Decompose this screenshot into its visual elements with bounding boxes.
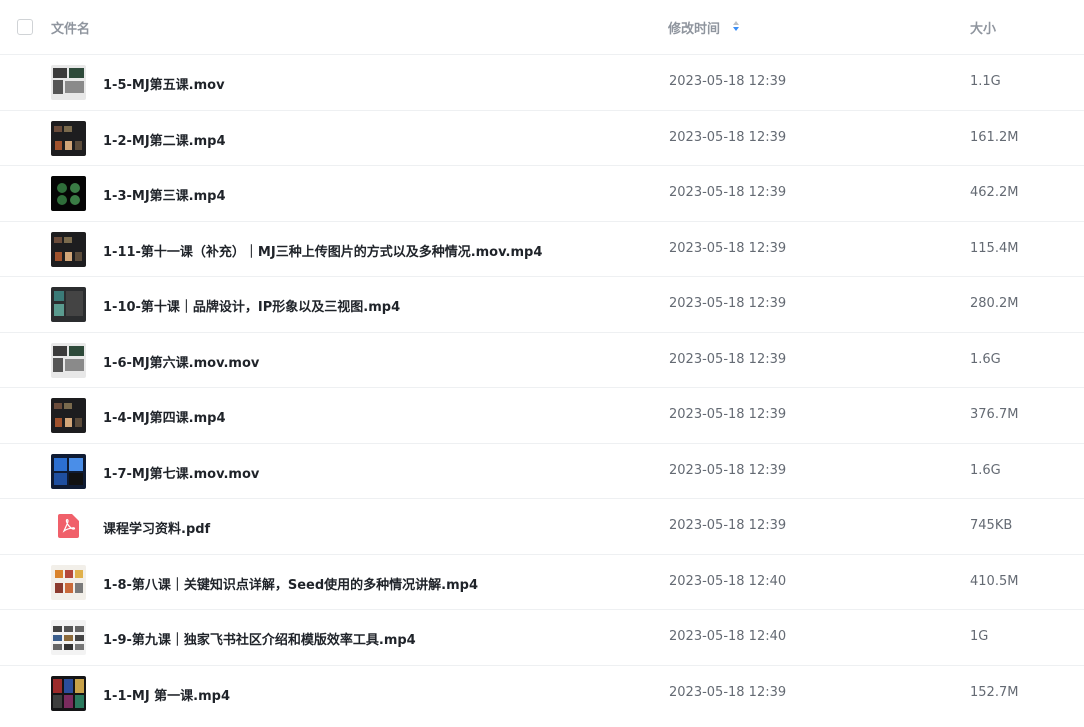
file-row[interactable]: 1-4-MJ第四课.mp4 2023-05-18 12:39 376.7M bbox=[0, 387, 1084, 443]
file-list: 文件名 修改时间 大小 1-5-MJ第五课.mov 2023-05-18 12:3… bbox=[0, 0, 1084, 727]
file-row[interactable]: 1-11-第十一课（补充）｜MJ三种上传图片的方式以及多种情况.mov.mp4 2… bbox=[0, 220, 1084, 277]
file-modified-time: 2023-05-18 12:39 bbox=[669, 74, 787, 89]
video-thumbnail-icon bbox=[51, 231, 86, 267]
file-modified-time: 2023-05-18 12:39 bbox=[669, 462, 787, 478]
file-name[interactable]: 课程学习资料.pdf bbox=[103, 518, 210, 537]
file-size: 161.2M bbox=[970, 129, 1019, 145]
file-modified-time: 2023-05-18 12:39 bbox=[669, 684, 787, 700]
video-thumbnail-icon bbox=[51, 398, 86, 433]
file-name[interactable]: 1-5-MJ第五课.mov bbox=[103, 74, 225, 93]
video-thumbnail-icon bbox=[51, 65, 86, 100]
file-name[interactable]: 1-4-MJ第四课.mp4 bbox=[103, 407, 226, 426]
file-list-header: 文件名 修改时间 大小 bbox=[0, 0, 1084, 54]
video-thumbnail-icon bbox=[51, 453, 86, 489]
file-row[interactable]: 1-3-MJ第三课.mp4 2023-05-18 12:39 462.2M bbox=[0, 165, 1084, 221]
video-thumbnail-icon bbox=[51, 287, 86, 322]
file-name[interactable]: 1-9-第九课｜独家飞书社区介绍和模版效率工具.mp4 bbox=[103, 629, 416, 648]
file-modified-time: 2023-05-18 12:39 bbox=[669, 296, 787, 311]
file-row[interactable]: 1-5-MJ第五课.mov 2023-05-18 12:39 1.1G bbox=[0, 54, 1084, 110]
video-thumbnail-icon bbox=[51, 342, 86, 378]
file-modified-time: 2023-05-18 12:39 bbox=[669, 185, 787, 200]
select-all-checkbox[interactable] bbox=[17, 19, 33, 35]
file-size: 1.6G bbox=[970, 351, 1001, 367]
file-row[interactable]: 1-10-第十课｜品牌设计，IP形象以及三视图.mp4 2023-05-18 12… bbox=[0, 276, 1084, 332]
file-modified-time: 2023-05-18 12:40 bbox=[669, 573, 787, 589]
file-size: 745KB bbox=[970, 518, 1013, 533]
file-size: 1.1G bbox=[970, 74, 1001, 89]
file-rows: 1-5-MJ第五课.mov 2023-05-18 12:39 1.1G 1-2-MJ第… bbox=[0, 54, 1084, 720]
column-header-size[interactable]: 大小 bbox=[970, 18, 996, 37]
file-row[interactable]: 1-9-第九课｜独家飞书社区介绍和模版效率工具.mp4 2023-05-18 12… bbox=[0, 609, 1084, 665]
file-modified-time: 2023-05-18 12:39 bbox=[669, 240, 787, 256]
file-size: 462.2M bbox=[970, 185, 1019, 200]
file-name[interactable]: 1-8-第八课｜关键知识点详解，Seed使用的多种情况讲解.mp4 bbox=[103, 574, 478, 593]
video-thumbnail-icon bbox=[51, 564, 86, 600]
file-size: 152.7M bbox=[970, 684, 1019, 700]
video-thumbnail-icon bbox=[51, 176, 86, 211]
file-modified-time: 2023-05-18 12:39 bbox=[669, 518, 787, 533]
file-name[interactable]: 1-10-第十课｜品牌设计，IP形象以及三视图.mp4 bbox=[103, 296, 400, 315]
file-size: 410.5M bbox=[970, 573, 1019, 589]
file-row[interactable]: 1-1-MJ 第一课.mp4 2023-05-18 12:39 152.7M bbox=[0, 664, 1084, 721]
file-row[interactable]: 1-8-第八课｜关键知识点详解，Seed使用的多种情况讲解.mp4 2023-05… bbox=[0, 553, 1084, 610]
file-row[interactable]: 课程学习资料.pdf 2023-05-18 12:39 745KB bbox=[0, 498, 1084, 554]
video-thumbnail-icon bbox=[51, 675, 86, 711]
file-size: 1G bbox=[970, 629, 989, 644]
video-thumbnail-icon bbox=[51, 120, 86, 156]
file-name[interactable]: 1-3-MJ第三课.mp4 bbox=[103, 185, 226, 204]
column-header-modified-time[interactable]: 修改时间 bbox=[668, 18, 720, 37]
file-name[interactable]: 1-7-MJ第七课.mov.mov bbox=[103, 463, 259, 482]
file-modified-time: 2023-05-18 12:39 bbox=[669, 351, 787, 367]
file-size: 115.4M bbox=[970, 240, 1019, 256]
file-name[interactable]: 1-1-MJ 第一课.mp4 bbox=[103, 685, 230, 704]
column-header-name[interactable]: 文件名 bbox=[51, 18, 90, 37]
file-name[interactable]: 1-11-第十一课（补充）｜MJ三种上传图片的方式以及多种情况.mov.mp4 bbox=[103, 241, 542, 260]
file-name[interactable]: 1-2-MJ第二课.mp4 bbox=[103, 130, 226, 149]
video-thumbnail-icon bbox=[51, 620, 86, 655]
file-row[interactable]: 1-6-MJ第六课.mov.mov 2023-05-18 12:39 1.6G bbox=[0, 331, 1084, 388]
sort-icon[interactable] bbox=[732, 19, 740, 33]
file-size: 280.2M bbox=[970, 296, 1019, 311]
file-row[interactable]: 1-2-MJ第二课.mp4 2023-05-18 12:39 161.2M bbox=[0, 109, 1084, 166]
file-name[interactable]: 1-6-MJ第六课.mov.mov bbox=[103, 352, 259, 371]
file-size: 1.6G bbox=[970, 462, 1001, 478]
pdf-icon bbox=[58, 514, 79, 538]
file-modified-time: 2023-05-18 12:40 bbox=[669, 629, 787, 644]
file-modified-time: 2023-05-18 12:39 bbox=[669, 407, 787, 422]
file-size: 376.7M bbox=[970, 407, 1019, 422]
file-modified-time: 2023-05-18 12:39 bbox=[669, 129, 787, 145]
file-row[interactable]: 1-7-MJ第七课.mov.mov 2023-05-18 12:39 1.6G bbox=[0, 442, 1084, 499]
